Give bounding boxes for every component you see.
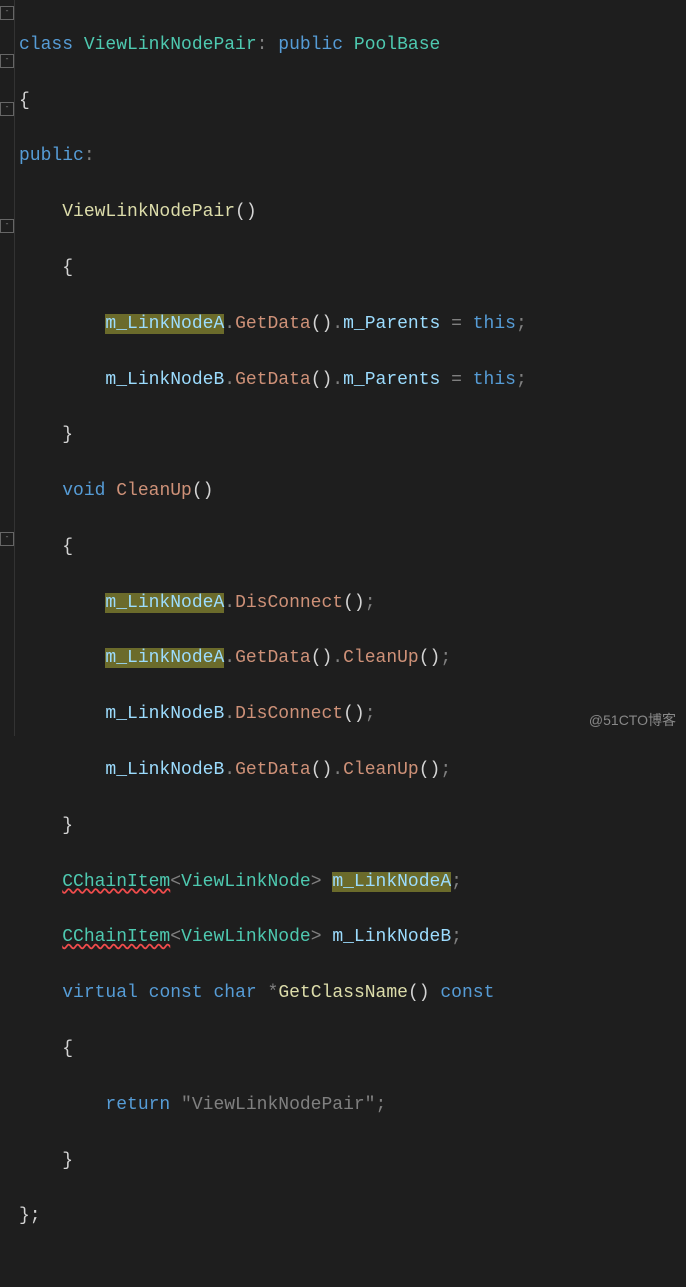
constructor-name: ViewLinkNodePair: [62, 202, 235, 222]
keyword-this: this: [473, 314, 516, 334]
type-name: CChainItem: [62, 927, 170, 947]
fold-toggle[interactable]: -: [0, 6, 14, 20]
keyword-virtual: virtual: [62, 983, 138, 1003]
member-var: m_LinkNodeA: [105, 648, 224, 668]
member-var: m_LinkNodeA: [105, 314, 224, 334]
fold-toggle[interactable]: -: [0, 532, 14, 546]
method-name: CleanUp: [116, 481, 192, 501]
member-var: m_Parents: [343, 370, 440, 390]
member-var: m_Parents: [343, 314, 440, 334]
method-call: DisConnect: [235, 704, 343, 724]
keyword-class: class: [19, 35, 73, 55]
code-area[interactable]: class ViewLinkNodePair: public PoolBase …: [15, 0, 686, 736]
keyword-this: this: [473, 370, 516, 390]
fold-gutter: - - - - -: [0, 0, 15, 736]
keyword-const: const: [440, 983, 494, 1003]
member-var: m_LinkNodeB: [105, 370, 224, 390]
member-var: m_LinkNodeB: [105, 760, 224, 780]
member-var: m_LinkNodeA: [105, 593, 224, 613]
watermark: @51CTO博客: [589, 710, 676, 730]
method-call: CleanUp: [343, 648, 419, 668]
keyword-const: const: [149, 983, 203, 1003]
fold-toggle[interactable]: -: [0, 219, 14, 233]
method-name: GetClassName: [278, 983, 408, 1003]
keyword-public: public: [278, 35, 343, 55]
method-call: DisConnect: [235, 593, 343, 613]
type-arg: ViewLinkNode: [181, 927, 311, 947]
keyword-void: void: [62, 481, 105, 501]
method-call: GetData: [235, 314, 311, 334]
keyword-public: public: [19, 146, 84, 166]
code-editor[interactable]: - - - - - class ViewLinkNodePair: public…: [0, 0, 686, 736]
type-name: CChainItem: [62, 872, 170, 892]
method-call: CleanUp: [343, 760, 419, 780]
member-decl: m_LinkNodeB: [332, 927, 451, 947]
method-call: GetData: [235, 760, 311, 780]
keyword-char: char: [213, 983, 256, 1003]
base-class: PoolBase: [354, 35, 440, 55]
fold-toggle[interactable]: -: [0, 102, 14, 116]
method-call: GetData: [235, 370, 311, 390]
class-name: ViewLinkNodePair: [84, 35, 257, 55]
keyword-return: return: [105, 1095, 170, 1115]
member-var: m_LinkNodeB: [105, 704, 224, 724]
method-call: GetData: [235, 648, 311, 668]
type-arg: ViewLinkNode: [181, 872, 311, 892]
member-decl: m_LinkNodeA: [332, 872, 451, 892]
string-literal: "ViewLinkNodePair": [181, 1095, 375, 1115]
fold-toggle[interactable]: -: [0, 54, 14, 68]
